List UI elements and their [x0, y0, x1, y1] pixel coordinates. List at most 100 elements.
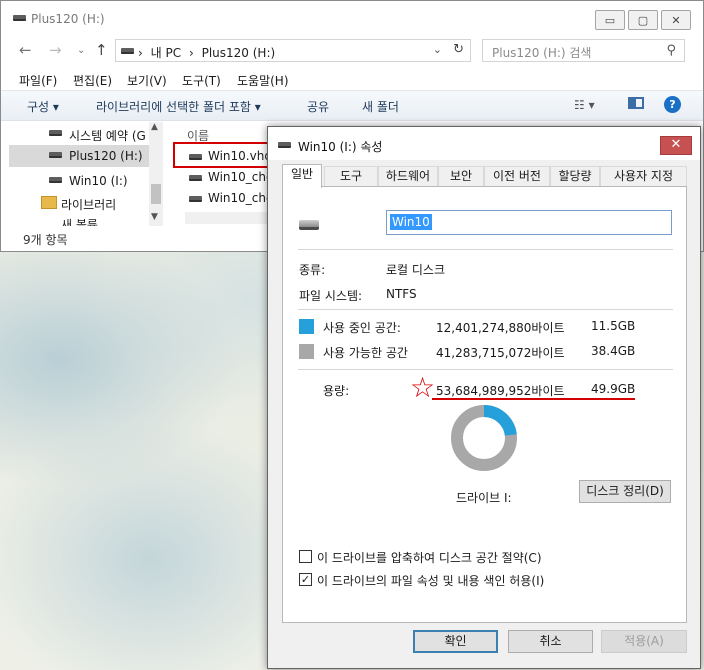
scrollbar-thumb[interactable] — [151, 184, 161, 204]
properties-dialog: Win10 (I:) 속성 ✕ 일반 도구 하드웨어 보안 이전 버전 할당량 … — [267, 126, 701, 669]
drive-name-field[interactable]: Win10 — [386, 210, 672, 235]
include-library-button[interactable]: 라이브러리에 선택한 폴더 포함 ▾ — [96, 98, 261, 115]
used-space-label: 사용 중인 공간: — [323, 321, 401, 335]
sidebar-scrollbar[interactable]: ▲ ▼ — [149, 122, 163, 226]
sidebar-item-libraries[interactable]: 라이브러리 — [9, 192, 149, 214]
drive-icon — [121, 48, 134, 54]
sidebar-item-label: Plus120 (H:) — [69, 149, 143, 163]
recent-locations-chevron-icon[interactable]: ⌄ — [77, 45, 85, 56]
scroll-up-icon[interactable]: ▲ — [151, 122, 158, 132]
sidebar-item-label: 새 볼륨 — [61, 218, 98, 226]
navigation-bar: ← → ⌄ ↑ › 내 PC › Plus120 (H:) ⌄ ↻ Plus12… — [1, 36, 703, 66]
status-item-count: 9개 항목 — [23, 233, 68, 247]
file-list: 이름 Win10.vhd Win10_chd Win10_chd — [163, 122, 274, 226]
chevron-down-icon[interactable]: ⌄ — [433, 43, 442, 56]
sidebar-item-plus120[interactable]: Plus120 (H:) — [9, 145, 149, 167]
file-system-value: NTFS — [386, 287, 417, 301]
sidebar-item-label: 라이브러리 — [61, 198, 117, 212]
drive-name-value: Win10 — [390, 214, 432, 230]
cancel-button[interactable]: 취소 — [508, 630, 593, 653]
horizontal-scrollbar[interactable] — [185, 212, 271, 224]
used-space-size: 11.5GB — [591, 319, 636, 333]
sidebar-item-label: 시스템 예약 (G — [69, 129, 146, 143]
share-button[interactable]: 공유 — [307, 98, 329, 115]
back-arrow-icon[interactable]: ← — [19, 41, 32, 59]
search-input[interactable]: Plus120 (H:) 검색 ⚲ — [482, 39, 685, 62]
free-space-swatch — [299, 344, 314, 359]
tab-tools[interactable]: 도구 — [324, 166, 378, 187]
breadcrumb-separator: › — [188, 46, 194, 60]
divider — [298, 369, 673, 370]
menu-bar: 파일(F) 편집(E) 보기(V) 도구(T) 도움말(H) — [1, 68, 703, 90]
vhd-file-icon — [189, 195, 202, 202]
capacity-label: 용량: — [323, 384, 350, 398]
tab-customize[interactable]: 사용자 지정 — [600, 166, 687, 187]
apply-button[interactable]: 적용(A) — [601, 630, 687, 653]
compress-checkbox[interactable] — [299, 550, 312, 563]
minimize-button[interactable]: ▭ — [595, 10, 625, 30]
explorer-title: Plus120 (H:) — [31, 12, 105, 26]
tab-security[interactable]: 보안 — [438, 166, 484, 187]
tab-hardware[interactable]: 하드웨어 — [378, 166, 438, 187]
preview-pane-icon[interactable] — [628, 97, 644, 112]
file-system-label: 파일 시스템: — [299, 289, 363, 303]
tab-strip: 일반 도구 하드웨어 보안 이전 버전 할당량 사용자 지정 — [282, 164, 687, 188]
menu-item-help[interactable]: 도움말(H) — [237, 72, 289, 89]
index-checkbox[interactable]: ✓ — [299, 573, 312, 586]
search-placeholder: Plus120 (H:) 검색 — [492, 46, 592, 60]
close-button[interactable]: ✕ — [661, 10, 691, 30]
free-space-bytes: 41,283,715,072바이트 — [436, 346, 565, 360]
refresh-icon[interactable]: ↻ — [453, 42, 464, 57]
file-item[interactable]: Win10_chd — [189, 191, 274, 205]
scroll-down-icon[interactable]: ▼ — [151, 212, 158, 222]
new-folder-button[interactable]: 새 폴더 — [362, 98, 399, 115]
capacity-size: 49.9GB — [591, 382, 636, 396]
dialog-close-button[interactable]: ✕ — [660, 136, 692, 155]
help-icon[interactable]: ? — [664, 96, 681, 113]
ok-button[interactable]: 확인 — [413, 630, 498, 653]
disk-cleanup-button[interactable]: 디스크 정리(D) — [579, 480, 671, 503]
breadcrumb: › 내 PC › Plus120 (H:) — [138, 44, 279, 61]
breadcrumb-separator: › — [138, 46, 143, 60]
navigation-pane: 시스템 예약 (G Plus120 (H:) Win10 (I:) 라이브러리 … — [1, 122, 163, 226]
breadcrumb-item-this-pc[interactable]: 내 PC — [151, 46, 181, 60]
divider — [298, 309, 673, 310]
maximize-button[interactable]: ▢ — [628, 10, 658, 30]
breadcrumb-item-drive[interactable]: Plus120 (H:) — [202, 46, 276, 60]
dialog-title: Win10 (I:) 속성 — [298, 140, 383, 154]
command-bar: 구성 ▾ 라이브러리에 선택한 폴더 포함 ▾ 공유 새 폴더 ☷ ▾ ? — [1, 90, 703, 121]
dialog-title-bar: Win10 (I:) 속성 ✕ — [268, 127, 700, 160]
vhd-file-icon — [189, 174, 202, 181]
tab-quota[interactable]: 할당량 — [550, 166, 600, 187]
type-value: 로컬 디스크 — [386, 263, 446, 277]
used-space-bytes: 12,401,274,880바이트 — [436, 321, 565, 335]
view-options-icon[interactable]: ☷ ▾ — [574, 98, 595, 112]
drive-icon — [278, 142, 291, 148]
tab-general[interactable]: 일반 — [282, 164, 322, 188]
search-icon: ⚲ — [666, 43, 676, 58]
menu-item-tools[interactable]: 도구(T) — [182, 72, 221, 89]
compress-label: 이 드라이브를 압축하여 디스크 공간 절약(C) — [317, 551, 542, 565]
up-arrow-icon[interactable]: ↑ — [95, 41, 108, 59]
menu-item-edit[interactable]: 편집(E) — [73, 72, 112, 89]
sidebar-item-system-reserved[interactable]: 시스템 예약 (G — [9, 123, 149, 145]
file-name: Win10_chd — [208, 170, 274, 184]
file-name: Win10_chd — [208, 191, 274, 205]
underline-annotation — [432, 398, 635, 400]
free-space-size: 38.4GB — [591, 344, 636, 358]
forward-arrow-icon[interactable]: → — [49, 41, 62, 59]
used-space-swatch — [299, 319, 314, 334]
drive-icon — [13, 15, 26, 21]
highlight-annotation-box — [173, 142, 269, 168]
file-item[interactable]: Win10_chd — [189, 170, 274, 184]
tab-previous-versions[interactable]: 이전 버전 — [484, 166, 550, 187]
menu-item-file[interactable]: 파일(F) — [19, 72, 57, 89]
address-bar[interactable]: › 내 PC › Plus120 (H:) ⌄ ↻ — [115, 39, 471, 62]
organize-button[interactable]: 구성 ▾ — [27, 98, 59, 115]
disk-usage-donut — [451, 405, 517, 471]
library-icon — [41, 196, 57, 209]
free-space-label: 사용 가능한 공간 — [323, 346, 408, 360]
sidebar-item-new-volume[interactable]: 새 볼륨 — [9, 214, 149, 226]
sidebar-item-win10[interactable]: Win10 (I:) — [9, 170, 149, 192]
menu-item-view[interactable]: 보기(V) — [127, 72, 167, 89]
